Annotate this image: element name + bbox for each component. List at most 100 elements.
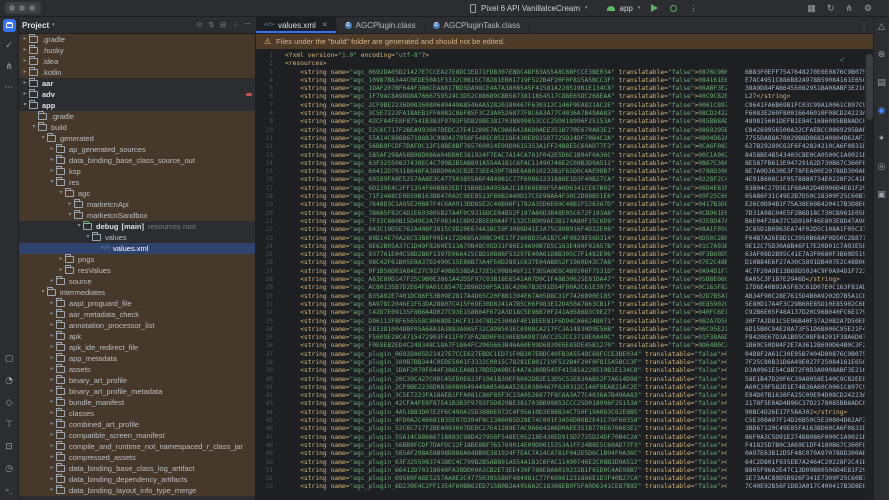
tree-toggle-icon[interactable]: ▸ xyxy=(48,397,56,408)
tree-toggle-icon[interactable]: ▸ xyxy=(48,144,56,155)
tree-toggle-icon[interactable]: ▸ xyxy=(48,441,56,452)
code-line[interactable]: 23 <string name="agc_89D14E70A26C53B8F09… xyxy=(256,235,874,243)
code-line[interactable]: 19 <string name="agc_7648D3C1A95E20B87F4… xyxy=(256,201,874,209)
tree-item-ksp[interactable]: ▸ksp xyxy=(19,166,255,177)
code-line[interactable]: 15 <string name="agc_66412D70318648FA38D… xyxy=(256,168,874,176)
code-line[interactable]: 12 <string name="agc_56BB9FCDF7DAFDC12F1… xyxy=(256,143,874,151)
chevron-down-icon[interactable]: ▾ xyxy=(638,5,641,11)
tree-toggle-icon[interactable]: ▸ xyxy=(21,34,29,45)
ai-assistant-icon[interactable]: ⊛ xyxy=(878,50,886,60)
tree-toggle-icon[interactable]: ▾ xyxy=(75,221,83,232)
code-line[interactable]: 48 <string name="agc_plugin_56BB9FCDF7DA… xyxy=(256,442,874,450)
tree-item-ap_generated_sources[interactable]: ▸ap_generated_sources xyxy=(19,144,255,155)
problems-icon[interactable]: ◷ xyxy=(5,464,13,474)
settings-gear-icon[interactable]: ⚙ xyxy=(864,0,872,16)
tree-item-.kotlin[interactable]: ▸.kotlin xyxy=(19,67,255,78)
tree-toggle-icon[interactable]: ▸ xyxy=(48,166,56,177)
tree-item-app_metadata[interactable]: ▸app_metadata xyxy=(19,353,255,364)
code-line[interactable]: 16 <string name="agc_69589FA8E5257AA8E3C… xyxy=(256,176,874,184)
code-line[interactable]: 8 <string name="agc_3C5E7223FA18AEB1FFA0… xyxy=(256,110,874,118)
tree-item-compile_and_runtime_not_namespaced_r_class_jar[interactable]: ▸compile_and_runtime_not_namespaced_r_cl… xyxy=(19,441,255,452)
project-panel-title[interactable]: Project xyxy=(22,21,49,30)
code-line[interactable]: 26 <string name="agc_98C42F61B05E8A37D24… xyxy=(256,259,874,267)
tree-toggle-icon[interactable]: ▸ xyxy=(48,474,56,485)
code-line[interactable]: 9 <string name="agc_42CFA4FE8F87541B3B3F… xyxy=(256,118,874,126)
code-line[interactable]: 13 <string name="agc_585AF298A58B98D886A… xyxy=(256,152,874,160)
device-explorer-icon[interactable]: ▤ xyxy=(877,78,886,88)
code-line[interactable]: 46 <string name="agc_plugin_52C6C717F2BE… xyxy=(256,425,874,433)
tree-item-.idea[interactable]: ▸.idea xyxy=(19,56,255,67)
tree-toggle-icon[interactable]: ▸ xyxy=(48,452,56,463)
tree-toggle-icon[interactable]: ▸ xyxy=(66,199,74,210)
chevron-down-icon[interactable]: ▾ xyxy=(52,22,55,28)
hide-panel-icon[interactable]: ─ xyxy=(245,21,250,29)
run-button[interactable] xyxy=(651,4,658,12)
tree-item-pngs[interactable]: ▸pngs xyxy=(19,254,255,265)
code-line[interactable]: 11 <string name="agc_55A14C88686718883C9… xyxy=(256,135,874,143)
tree-toggle-icon[interactable]: ▸ xyxy=(48,419,56,430)
code-line[interactable]: 7 <string name="agc_2CF9BE2236D083608064… xyxy=(256,102,874,110)
profiler-icon[interactable]: ◔ xyxy=(5,376,13,386)
code-line[interactable]: 47 <string name="agc_plugin_55A14C886867… xyxy=(256,434,874,442)
build-icon[interactable]: ⊡ xyxy=(5,442,13,452)
tree-item-assets[interactable]: ▸assets xyxy=(19,364,255,375)
tree-item-data_binding_dependency_artifacts[interactable]: ▸data_binding_dependency_artifacts xyxy=(19,474,255,485)
code-line[interactable]: 53 <string name="agc_plugin_6D239E4C2FF1… xyxy=(256,483,874,491)
tree-item-agc[interactable]: ▾agc xyxy=(19,188,255,199)
tree-item-source[interactable]: ▸source xyxy=(19,276,255,287)
tree-item-apk_ide_redirect_file[interactable]: ▸apk_ide_redirect_file xyxy=(19,342,255,353)
code-line[interactable]: 6 <string name="agc_1F79AC8A98D8A7666759… xyxy=(256,93,874,101)
tree-toggle-icon[interactable]: ▸ xyxy=(21,56,29,67)
code-line[interactable]: 30 <string name="agc_B35A92E7401DC86F53B… xyxy=(256,293,874,301)
window-close-button[interactable] xyxy=(9,5,15,11)
tree-item-debug[interactable]: ▾debug[main]resources root xyxy=(19,221,255,232)
tree-toggle-icon[interactable]: ▾ xyxy=(30,122,38,133)
tree-toggle-icon[interactable]: ▸ xyxy=(48,375,56,386)
gradle-sync-icon[interactable]: ↻ xyxy=(827,0,835,16)
tree-item-adv[interactable]: ▸adv xyxy=(19,89,255,100)
run-configuration-selector[interactable]: app xyxy=(620,4,633,13)
tab-agcplugintask-class[interactable]: C AGCPluginTask.class xyxy=(425,17,529,33)
code-line[interactable]: 31 <string name="agc_BA978C2046E1F53DA28… xyxy=(256,301,874,309)
code-line[interactable]: 36 <string name="agc_F0E8EB2ED4C248348C1… xyxy=(256,342,874,350)
device-manager-icon[interactable]: ▦ xyxy=(807,0,816,16)
code-line[interactable]: 25 <string name="agc_9377A1E04C58D2B6F13… xyxy=(256,251,874,259)
tree-toggle-icon[interactable]: ▸ xyxy=(48,309,56,320)
code-line[interactable]: 51 <string name="agc_plugin_66412D703186… xyxy=(256,467,874,475)
tree-item-intermediates[interactable]: ▾intermediates xyxy=(19,287,255,298)
device-selector[interactable]: Pixel 6 API VanillaIceCream xyxy=(481,4,580,13)
tree-item-data_binding_layout_info_type_merge[interactable]: ▸data_binding_layout_info_type_merge xyxy=(19,485,255,496)
tree-item-generated[interactable]: ▾generated xyxy=(19,133,255,144)
tree-item-compressed_assets[interactable]: ▸compressed_assets xyxy=(19,452,255,463)
find-usages-icon[interactable]: ◎ xyxy=(878,162,886,172)
tree-item-marketcnSandbox[interactable]: ▾marketcnSandbox xyxy=(19,210,255,221)
terminal-icon[interactable]: >_ xyxy=(5,486,12,496)
code-line[interactable]: 17 <string name="agc_6D239E4C2FF1354F60B… xyxy=(256,185,874,193)
device-manager-pin-icon[interactable]: ◉ xyxy=(878,106,886,116)
tree-item-build[interactable]: ▾build xyxy=(19,122,255,133)
tree-item-data_binding_base_class_source_out[interactable]: ▸data_binding_base_class_source_out xyxy=(19,155,255,166)
tree-toggle-icon[interactable]: ▾ xyxy=(39,287,47,298)
tree-toggle-icon[interactable]: ▾ xyxy=(66,210,74,221)
tree-toggle-icon[interactable]: ▸ xyxy=(48,276,56,287)
editor-scrollbar-thumb[interactable] xyxy=(866,54,873,120)
code-line[interactable]: 28 <string name="agc_A63E80D147F25C9B0E3… xyxy=(256,276,874,284)
window-controls[interactable] xyxy=(5,2,41,14)
tree-item-compatible_screen_manifest[interactable]: ▸compatible_screen_manifest xyxy=(19,430,255,441)
code-line[interactable]: 5 <string name="agc_1DAF207BF644F386CEA8… xyxy=(256,85,874,93)
app-quality-insights-icon[interactable]: ◇ xyxy=(6,398,13,408)
tree-item-aapt_proguard_file[interactable]: ▸aapt_proguard_file xyxy=(19,298,255,309)
code-line[interactable]: 1<?xml version="1.0" encoding="utf-8"?> xyxy=(256,52,874,60)
code-line[interactable]: 35 <string name="agc_F5609E28C4715472903… xyxy=(256,334,874,342)
tree-toggle-icon[interactable]: ▾ xyxy=(48,177,56,188)
code-line[interactable]: 32 <string name="agc_C42D7E09135F8B6A4D0… xyxy=(256,309,874,317)
tab-values-xml[interactable]: </> values.xml ✕ xyxy=(256,17,337,33)
code-line[interactable]: 33 <string name="agc_D96112FBF656558C806… xyxy=(256,318,874,326)
tree-item-annotation_processor_list[interactable]: ▸annotation_processor_list xyxy=(19,320,255,331)
code-line[interactable]: 18 <string name="agc_71F24A8CE0D59B163BD… xyxy=(256,193,874,201)
resource-manager-icon[interactable]: ▣ xyxy=(877,190,886,200)
tree-item-aar_metadata_check[interactable]: ▸aar_metadata_check xyxy=(19,309,255,320)
window-minimize-button[interactable] xyxy=(19,5,25,11)
tree-toggle-icon[interactable]: ▸ xyxy=(48,485,56,496)
tree-toggle-icon[interactable]: ▸ xyxy=(48,463,56,474)
